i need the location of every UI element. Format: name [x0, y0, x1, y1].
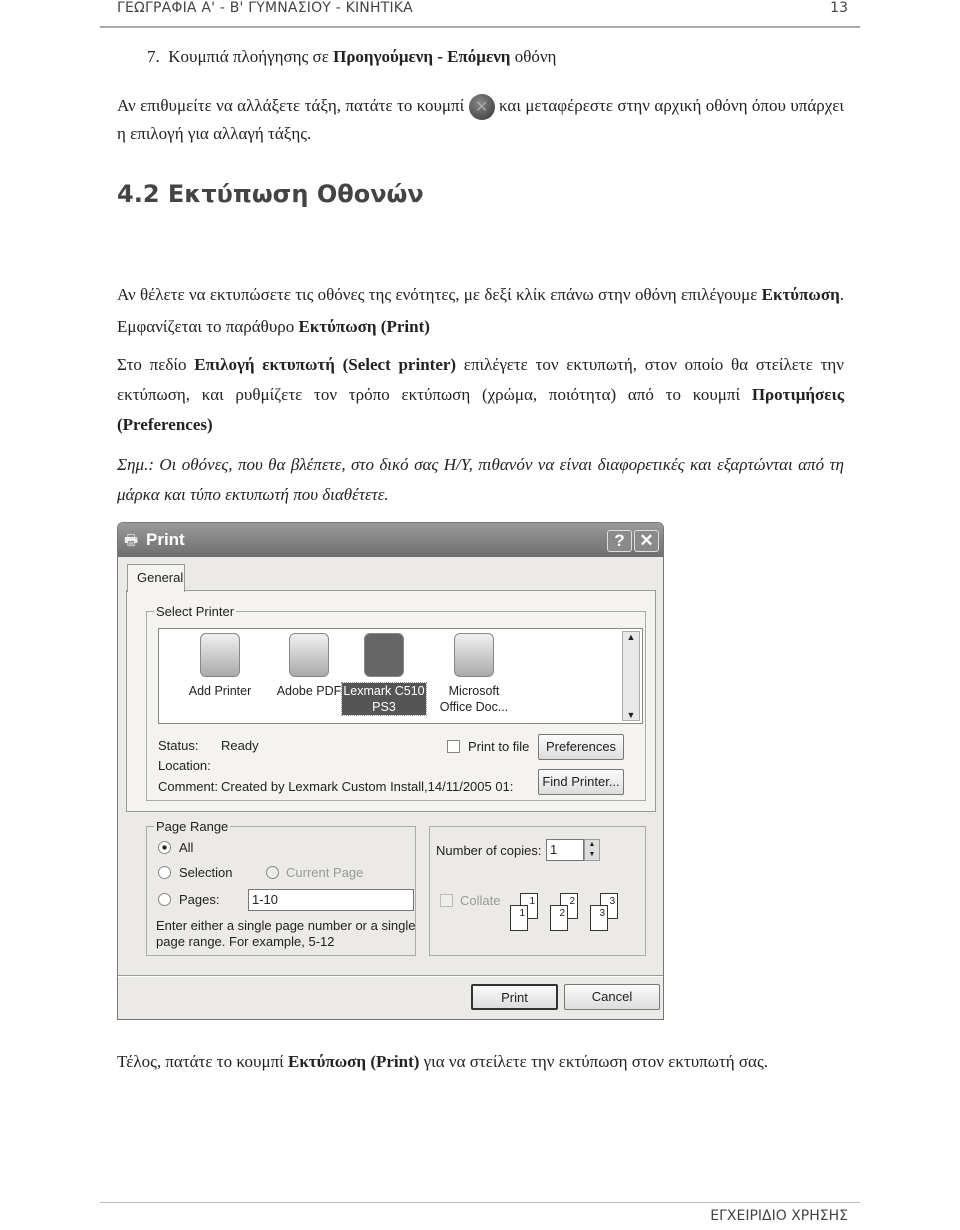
printer-icon: [454, 633, 494, 677]
find-printer-button[interactable]: Find Printer...: [538, 769, 624, 795]
printer-label: Office Doc...: [439, 700, 509, 714]
item-number: 7.: [147, 47, 160, 66]
printer-add-printer[interactable]: Add Printer: [175, 633, 265, 699]
label-line: PS3: [372, 700, 396, 714]
pages-input[interactable]: 1-10: [248, 889, 414, 911]
page-range-legend: Page Range: [154, 819, 231, 834]
paragraph-select-printer: Στο πεδίο Επιλογή εκτυπωτή (Select print…: [117, 350, 844, 440]
note: Σημ.: Οι οθόνες, που θα βλέπετε, στο δικ…: [117, 450, 844, 510]
paragraph-print-screens: Αν θέλετε να εκτυπώσετε τις οθόνες της ε…: [117, 279, 844, 343]
radio-pages[interactable]: [158, 893, 171, 906]
note-text: : Οι οθόνες, που θα βλέπετε, στο δικό σα…: [117, 455, 844, 504]
radio-all-label: All: [179, 840, 194, 855]
paragraph-change-class: Αν επιθυμείτε να αλλάξετε τάξη, πατάτε τ…: [117, 92, 844, 147]
header-rule: [100, 26, 860, 28]
bold-text: Εκτύπωση (Print): [298, 317, 430, 336]
dialog-title: Print: [146, 530, 185, 549]
list-item-7: 7. Κουμπιά πλοήγησης σε Προηγούμενη - Επ…: [147, 46, 874, 68]
section-title: 4.2 Εκτύπωση Οθονών: [117, 180, 424, 208]
note-label: Σημ.: [117, 455, 149, 474]
print-to-file-checkbox[interactable]: [447, 740, 460, 753]
running-footer: ΕΓΧΕΙΡΙΔΙΟ ΧΡΗΣΗΣ: [710, 1208, 848, 1224]
collate-checkbox[interactable]: [440, 894, 453, 907]
status-value: Ready: [221, 738, 259, 753]
text: Αν θέλετε να εκτυπώσετε τις οθόνες της ε…: [117, 285, 762, 304]
print-dialog: 🖶 Print ? ✕ General Select Printer Add P…: [117, 522, 664, 1020]
printer-icon: 🖶: [124, 532, 139, 549]
page-range-hint: Enter either a single page number or a s…: [156, 918, 416, 933]
printer-label: Microsoft: [448, 684, 500, 698]
printer-adobe-pdf[interactable]: Adobe PDF: [264, 633, 354, 699]
print-to-file-label: Print to file: [468, 739, 530, 754]
printer-label: Add Printer: [188, 684, 252, 698]
text: για να στείλετε την εκτύπωση στον εκτυπω…: [419, 1052, 768, 1071]
collate-label: Collate: [460, 893, 501, 908]
text: Τέλος, πατάτε το κουμπί: [117, 1052, 288, 1071]
radio-selection[interactable]: [158, 866, 171, 879]
radio-current-page[interactable]: [266, 866, 279, 879]
printer-label: Lexmark C510 PS3: [341, 682, 427, 716]
bold-text: Προηγούμενη - Επόμενη: [333, 47, 511, 66]
status-label: Status:: [158, 738, 199, 753]
footer-rule: [100, 1202, 860, 1203]
close-nav-icon: ✕: [468, 94, 495, 121]
tab-general[interactable]: General: [127, 564, 185, 592]
copies-spinner[interactable]: ▲ ▼: [584, 839, 600, 861]
page-number: 13: [830, 0, 848, 16]
preferences-button[interactable]: Preferences: [538, 734, 624, 760]
radio-selection-label: Selection: [179, 865, 233, 880]
scroll-down-icon[interactable]: ▼: [623, 710, 639, 720]
help-button[interactable]: ?: [607, 530, 632, 552]
printer-list: Add Printer Adobe PDF Lexmark C510 PS3 Mi…: [158, 628, 643, 724]
location-label: Location:: [158, 758, 211, 773]
text: Στο πεδίο: [117, 355, 195, 374]
running-header: ΓΕΩΓΡΑΦΙΑ Α' - Β' ΓΥΜΝΑΣΙΟΥ - ΚΙΝΗΤΙΚΑ: [117, 0, 413, 16]
add-printer-icon: [200, 633, 240, 677]
label-line: Lexmark C510: [343, 684, 425, 698]
text: Αν επιθυμείτε να αλλάξετε τάξη, πατάτε τ…: [117, 96, 469, 115]
print-button[interactable]: Print: [471, 984, 558, 1010]
default-printer-icon: [364, 633, 404, 677]
printer-microsoft-office-doc[interactable]: Microsoft Office Doc...: [429, 633, 519, 715]
text: Κουμπιά πλοήγησης σε: [168, 47, 334, 66]
title-bar: 🖶 Print ? ✕: [118, 523, 663, 557]
close-button[interactable]: ✕: [634, 530, 659, 552]
bold-text: Εκτύπωση: [761, 285, 840, 304]
separator: [118, 975, 663, 977]
page-range-hint: page range. For example, 5-12: [156, 934, 335, 949]
cancel-button[interactable]: Cancel: [564, 984, 660, 1010]
text: οθόνη: [510, 47, 557, 66]
printer-list-scrollbar[interactable]: ▲ ▼: [622, 631, 640, 721]
bold-text: Επιλογή εκτυπωτή (Select printer): [194, 355, 457, 374]
collate-illustration: 11 22 33: [510, 893, 650, 938]
printer-icon: [289, 633, 329, 677]
printer-lexmark-c510[interactable]: Lexmark C510 PS3: [341, 633, 427, 716]
scroll-up-icon[interactable]: ▲: [623, 632, 639, 642]
radio-current-page-label: Current Page: [286, 865, 364, 880]
paragraph-final: Τέλος, πατάτε το κουμπί Εκτύπωση (Print)…: [117, 1046, 844, 1077]
select-printer-legend: Select Printer: [154, 604, 237, 619]
comment-label: Comment:: [158, 779, 218, 794]
comment-value: Created by Lexmark Custom Install,14/11/…: [221, 779, 514, 794]
copies-label: Number of copies:: [436, 843, 542, 858]
radio-pages-label: Pages:: [179, 892, 220, 907]
printer-label: Adobe PDF: [276, 684, 342, 698]
copies-input[interactable]: 1: [546, 839, 584, 861]
radio-all[interactable]: [158, 841, 171, 854]
bold-text: Εκτύπωση (Print): [288, 1052, 420, 1071]
